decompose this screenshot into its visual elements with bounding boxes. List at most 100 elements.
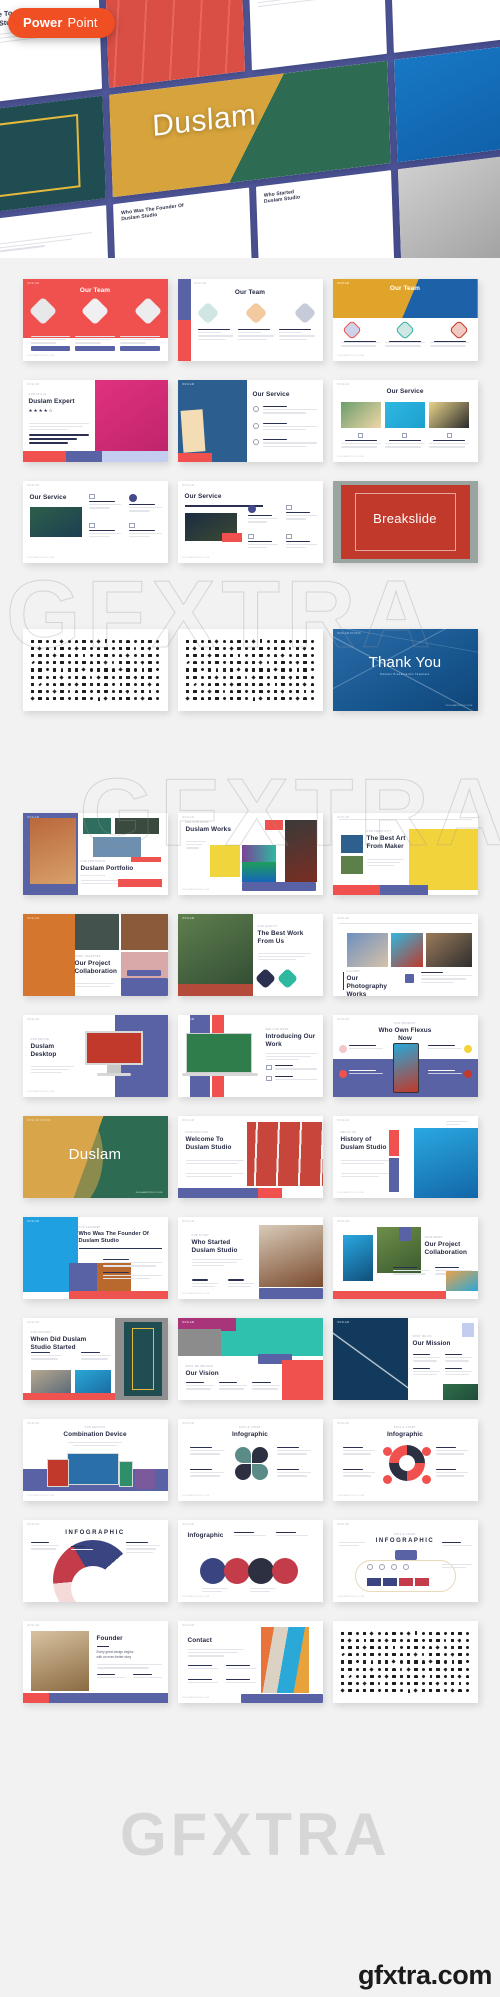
slide-title: Infographic [187, 1532, 224, 1539]
slide-breakslide[interactable]: Breakslide [332, 481, 478, 563]
cta-button[interactable] [75, 345, 115, 351]
slide-thank-you[interactable]: Thank You Duslam Presentation Template D… [332, 629, 478, 711]
cta-button[interactable] [117, 879, 162, 887]
slide-icon-pack-2[interactable] [177, 629, 323, 711]
slide-history-of-duslam[interactable]: ABOUT US History of Duslam Studio · · · … [332, 1116, 478, 1198]
icon-grid [30, 638, 161, 702]
petal-segment [234, 1447, 251, 1463]
slide-who-own-flexus[interactable]: OUR PRODUCT Who Own Flexus Now DUSLAM [332, 1015, 478, 1097]
photo [284, 820, 317, 882]
slide-our-team-white[interactable]: Our Team DUSLAM [177, 279, 323, 361]
slide-infographic-donut[interactable]: DATA & CHART Infographic DUSLAM DUSLAMST… [332, 1419, 478, 1501]
slide-best-art[interactable]: OUR CREATIVITY The Best Art From Maker ·… [332, 813, 478, 895]
thumbnail [276, 967, 298, 990]
slide-brand: DUSLAM [182, 817, 195, 819]
slide-who-started-duslam[interactable]: OUR STORY Who Started Duslam Studio DUSL… [177, 1217, 323, 1299]
slide-title: Our Photography Works [346, 975, 388, 996]
pack-icon [126, 639, 130, 643]
slide-icon-pack-3[interactable] [332, 1621, 478, 1703]
slide-kicker: TEAM WORK [424, 1237, 443, 1239]
badge-light-text: Point [67, 15, 98, 30]
slide-row: OUR HISTORY When Did Duslam Studio Start… [0, 1318, 500, 1409]
cta-button[interactable] [225, 1188, 259, 1198]
slide-brand: DUSLAM [27, 1221, 40, 1223]
slide-combination-device[interactable]: OUR DEVICES Combination Device DUSLAM DU… [22, 1419, 168, 1501]
flow-dot [366, 1564, 373, 1570]
slide-our-team-gold[interactable]: Our Team DUSLAM DUSLAMSTUDIO.COM [332, 279, 478, 361]
slide-who-was-founder[interactable]: OUR FOUNDER Who Was The Founder Of Dusla… [22, 1217, 168, 1299]
cta-button[interactable] [332, 885, 381, 895]
slide-brand: DUSLAM [337, 1322, 350, 1324]
slide-infographic-flow[interactable]: DATA & CHART INFOGRAPHIC DUSLAM DUSLAMST… [332, 1520, 478, 1602]
photo [445, 1271, 478, 1291]
slide-icon-pack-1[interactable] [22, 629, 168, 711]
slide-welcome-to-duslam[interactable]: INTRODUCTION Welcome To Duslam Studio · … [177, 1116, 323, 1198]
slide-founder-quote[interactable]: Founder Every great design begins with a… [22, 1621, 168, 1703]
slide-project-collaboration[interactable]: WORK TOGETHER Our Project Collaboration … [22, 914, 168, 996]
icon-grid [185, 638, 316, 702]
slide-our-vision[interactable]: WHAT WE BELIEVE Our Vision · · · · · DUS… [177, 1318, 323, 1400]
photo [260, 1627, 309, 1693]
slide-title: History of Duslam Studio [340, 1136, 387, 1151]
slide-when-studio-started[interactable]: OUR HISTORY When Did Duslam Studio Start… [22, 1318, 168, 1400]
slide-title: Who Own Flexus Now [378, 1027, 432, 1042]
slide-infographic-circles[interactable]: Infographic DUSLAM DUSLAMSTUDIO.COM [177, 1520, 323, 1602]
accent-bar [177, 453, 213, 462]
slide-photography-works[interactable]: GALLERY Our Photography Works DUSLAM [332, 914, 478, 996]
slide-introducing-work[interactable]: SEE OUR WORK Introducing Our Work DUSLAM [177, 1015, 323, 1097]
slide-duslam-expert[interactable]: OUR SKILLS Duslam Expert ★★★★☆ · · · · ·… [22, 380, 168, 462]
slide-title: Our Service [386, 388, 424, 395]
slide-title: When Did Duslam Studio Started [30, 1336, 87, 1351]
slide-duslam-desktop[interactable]: OUR DEVICE Duslam Desktop · · · · · DUSL… [22, 1015, 168, 1097]
slide-brand: DUSLAM [27, 384, 40, 386]
slide-duslam-cover[interactable]: Duslam DUSLAM STUDIO DUSLAMSTUDIO.COM [22, 1116, 168, 1198]
pack-icon [31, 639, 35, 643]
slide-footer: DUSLAMSTUDIO.COM [182, 557, 210, 559]
slide-title: Duslam [68, 1146, 122, 1163]
footer-nav[interactable] [48, 1693, 168, 1703]
photo [442, 1384, 478, 1400]
photo [340, 856, 363, 874]
slide-brand: DUSLAM STUDIO [337, 633, 361, 635]
flow-chip [414, 1578, 429, 1586]
slide-our-service-a[interactable]: Our Service DUSLAM [177, 380, 323, 462]
slide-duslam-portfolio[interactable]: OUR PORTFOLIO Duslam Portfolio Duslam pr… [22, 813, 168, 895]
slide-duslam-works[interactable]: SEE OUR WORK Duslam Works DUSLAM DUSLAMS… [177, 813, 323, 895]
service-icon [252, 422, 259, 429]
cta-button[interactable] [30, 345, 71, 351]
slide-our-service-d[interactable]: Our Service DUSLAM DUSLAMSTUDIO.COM [177, 481, 323, 563]
slide-footer: DUSLAMSTUDIO.COM [27, 1091, 55, 1093]
slide-contact[interactable]: Contact DUSLAM DUSLAMSTUDIO.COM [177, 1621, 323, 1703]
tablet-mockup [46, 1459, 69, 1487]
slide-title: Founder [96, 1635, 123, 1642]
slide-infographic-gauge[interactable]: INFOGRAPHIC DUSLAM [22, 1520, 168, 1602]
cta-button[interactable] [119, 345, 160, 351]
photo [258, 1225, 323, 1287]
slide-brand: DUSLAM [182, 1322, 195, 1324]
desktop-mockup [66, 1453, 119, 1485]
cta-button[interactable] [130, 857, 161, 862]
slide-infographic-petals[interactable]: DATA & CHART Infographic DUSLAM DUSLAMST… [177, 1419, 323, 1501]
slide-our-service-b[interactable]: Our Service DUSLAM DUSLAMSTUDIO.COM [332, 380, 478, 462]
slide-title: Welcome To Duslam Studio [185, 1136, 232, 1151]
slide-our-team-red[interactable]: DUSLAM Our Team DUSLAMSTUDIO.COM [22, 279, 168, 361]
slide-best-work[interactable]: OUR QUALITY The Best Work From Us · · · … [177, 914, 323, 996]
flow-dot [390, 1564, 397, 1570]
section-team-service: DUSLAM Our Team DUSLAMSTUDIO.COM Our Tea… [0, 258, 500, 572]
cta-button[interactable] [177, 1188, 226, 1198]
avatar [341, 320, 362, 340]
service-icon [286, 505, 292, 510]
slide-our-service-c[interactable]: Our Service DUSLAM DUSLAMSTUDIO.COM [22, 481, 168, 563]
footer-nav[interactable] [241, 1694, 323, 1703]
avatar [293, 301, 316, 325]
slide-our-project-collab[interactable]: TEAM WORK Our Project Collaboration · · … [332, 1217, 478, 1299]
donut-icon [382, 1475, 392, 1484]
slide-footer: DUSLAMSTUDIO.COM [337, 1495, 365, 1497]
donut-icon [421, 1475, 431, 1484]
photo [29, 507, 82, 537]
photo [340, 402, 381, 428]
cta-button[interactable] [126, 970, 161, 976]
pack-icon [133, 638, 138, 644]
cta-button[interactable] [380, 885, 429, 895]
slide-our-mission[interactable]: WHAT WE DO Our Mission DUSLAM [332, 1318, 478, 1400]
